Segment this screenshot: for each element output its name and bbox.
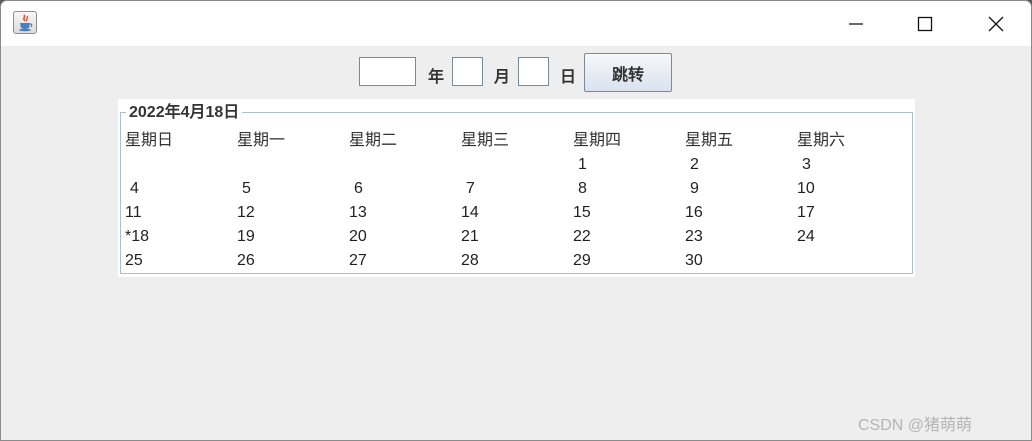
java-coffee-cup-icon[interactable] xyxy=(13,11,37,34)
day-cell: 16 xyxy=(685,204,703,221)
day-cell: 24 xyxy=(797,228,815,245)
year-input[interactable] xyxy=(359,57,416,86)
year-label: 年 xyxy=(428,67,445,86)
day-cell: 20 xyxy=(349,228,367,245)
weekday-wed: 星期三 xyxy=(461,130,510,149)
day-cell: 7 xyxy=(466,180,475,197)
month-label: 月 xyxy=(494,67,511,86)
calendar-title: 2022年4月18日 xyxy=(126,103,243,123)
day-cell: 28 xyxy=(461,252,479,269)
day-cell: 2 xyxy=(690,156,699,173)
day-cell: 11 xyxy=(125,204,142,221)
day-cell: 25 xyxy=(125,252,143,269)
day-cell: 14 xyxy=(461,204,479,221)
day-cell: 5 xyxy=(242,180,251,197)
day-label: 日 xyxy=(560,67,577,86)
day-cell: 22 xyxy=(573,228,591,245)
close-button[interactable] xyxy=(961,1,1031,46)
day-cell: 1 xyxy=(578,156,587,173)
day-cell: 8 xyxy=(578,180,587,197)
calendar-panel: 2022年4月18日 星期日 星期一 星期二 星期三 星期四 星期五 星期六 1… xyxy=(118,99,915,277)
title-bar[interactable] xyxy=(1,1,1031,46)
minimize-icon xyxy=(849,22,863,25)
weekday-tue: 星期二 xyxy=(349,130,398,149)
day-cell: 13 xyxy=(349,204,367,221)
day-cell: 4 xyxy=(130,180,139,197)
close-icon xyxy=(988,16,1004,31)
day-cell: 12 xyxy=(237,204,255,221)
day-cell: 26 xyxy=(237,252,255,269)
day-cell: 19 xyxy=(237,228,255,245)
day-input[interactable] xyxy=(518,57,549,86)
day-cell: 15 xyxy=(573,204,591,221)
day-cell-today: *18 xyxy=(125,228,150,245)
maximize-icon xyxy=(917,16,933,31)
day-cell: 10 xyxy=(797,180,815,197)
csdn-watermark: CSDN @猪萌萌 xyxy=(858,417,973,434)
weekday-thu: 星期四 xyxy=(573,130,622,149)
day-cell: 23 xyxy=(685,228,703,245)
minimize-button[interactable] xyxy=(821,1,891,46)
day-cell: 6 xyxy=(354,180,363,197)
weekday-mon: 星期一 xyxy=(237,130,286,149)
weekday-sat: 星期六 xyxy=(797,130,846,149)
weekday-fri: 星期五 xyxy=(685,130,734,149)
weekday-sun: 星期日 xyxy=(125,130,174,149)
maximize-button[interactable] xyxy=(890,1,960,46)
day-cell: 21 xyxy=(461,228,479,245)
day-cell: 17 xyxy=(797,204,815,221)
day-cell: 29 xyxy=(573,252,591,269)
jump-button[interactable]: 跳转 xyxy=(584,53,672,92)
day-cell: 3 xyxy=(802,156,811,173)
day-cell: 27 xyxy=(349,252,367,269)
day-cell: 9 xyxy=(690,180,699,197)
app-window: 年 月 日 跳转 2022年4月18日 星期日 星期一 星期二 星期三 星期四 … xyxy=(0,0,1032,441)
day-cell: 30 xyxy=(685,252,703,269)
month-input[interactable] xyxy=(452,57,483,86)
